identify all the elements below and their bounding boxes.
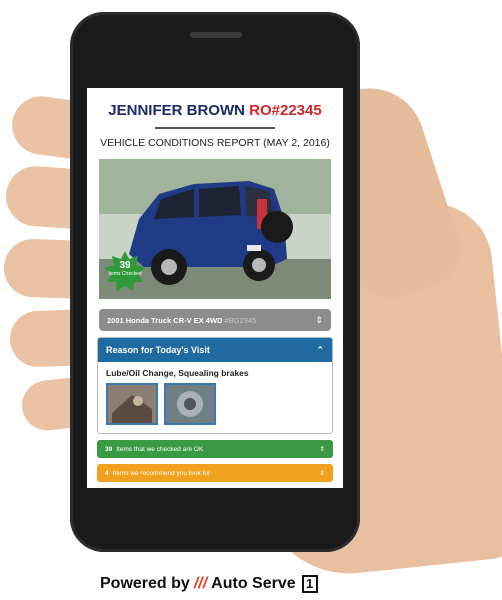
- phone-screen: JENNIFER BROWN RO#22345 VEHICLE CONDITIO…: [87, 88, 343, 488]
- powered-by-label: Powered by: [100, 575, 190, 592]
- reason-body: Lube/Oil Change, Squealing brakes: [98, 362, 332, 433]
- checked-text: Items that we checked are OK: [116, 445, 204, 453]
- reason-panel: Reason for Today's Visit ⌃ Lube/Oil Chan…: [97, 337, 333, 434]
- thumbnail-image[interactable]: [106, 383, 158, 425]
- updown-chevron-icon: ⇕: [315, 314, 323, 325]
- vehicle-id: #BG2345: [224, 315, 257, 325]
- recommended-text: Items we recommend you look for: [112, 469, 211, 477]
- phone-speaker: [190, 32, 242, 38]
- marketing-scene: JENNIFER BROWN RO#22345 VEHICLE CONDITIO…: [0, 0, 502, 600]
- badge-text: 39 Items Checked: [105, 260, 145, 278]
- checked-count: 39: [105, 445, 113, 453]
- collapse-chevron-icon: ⌃: [316, 344, 324, 355]
- brake-photo-icon: [166, 385, 214, 423]
- engine-photo-icon: [108, 385, 156, 423]
- photo-thumbnails: [106, 383, 324, 425]
- divider: [155, 127, 275, 129]
- brand-slashes-icon: ///: [193, 575, 208, 592]
- items-checked-badge: 39 Items Checked: [105, 251, 145, 291]
- vehicle-name: 2001 Honda Truck CR-V EX 4WD: [107, 315, 223, 325]
- vehicle-label: 2001 Honda Truck CR-V EX 4WD #BG2345: [107, 316, 315, 325]
- report-header: JENNIFER BROWN RO#22345 VEHICLE CONDITIO…: [87, 88, 343, 149]
- customer-title: JENNIFER BROWN RO#22345: [87, 102, 343, 119]
- powered-by-footer: Powered by /// Auto Serve 1: [100, 575, 318, 593]
- customer-name: JENNIFER BROWN: [108, 102, 245, 119]
- thumbnail-image[interactable]: [164, 383, 216, 425]
- brand-name: Auto Serve: [211, 575, 296, 592]
- checked-items-bar[interactable]: 39 Items that we checked are OK ⇕: [97, 440, 333, 458]
- vehicle-photo: 39 Items Checked: [99, 159, 331, 299]
- updown-chevron-icon: ⇕: [319, 470, 325, 477]
- vehicle-select[interactable]: 2001 Honda Truck CR-V EX 4WD #BG2345 ⇕: [99, 309, 331, 331]
- reason-text: Lube/Oil Change, Squealing brakes: [106, 368, 249, 378]
- report-title: VEHICLE CONDITIONS REPORT (MAY 2, 2016): [100, 137, 330, 149]
- smartphone: JENNIFER BROWN RO#22345 VEHICLE CONDITIO…: [70, 12, 360, 552]
- ro-number: RO#22345: [249, 102, 322, 119]
- reason-header[interactable]: Reason for Today's Visit ⌃: [98, 338, 332, 362]
- reason-title: Reason for Today's Visit: [106, 345, 210, 355]
- badge-count: 39: [119, 260, 131, 271]
- recommended-items-bar[interactable]: 4 Items we recommend you look for ⇕: [97, 464, 333, 482]
- updown-chevron-icon: ⇕: [319, 446, 325, 453]
- badge-label: Items Checked: [108, 271, 142, 277]
- brand-number: 1: [301, 575, 318, 593]
- recommended-count: 4: [105, 469, 109, 477]
